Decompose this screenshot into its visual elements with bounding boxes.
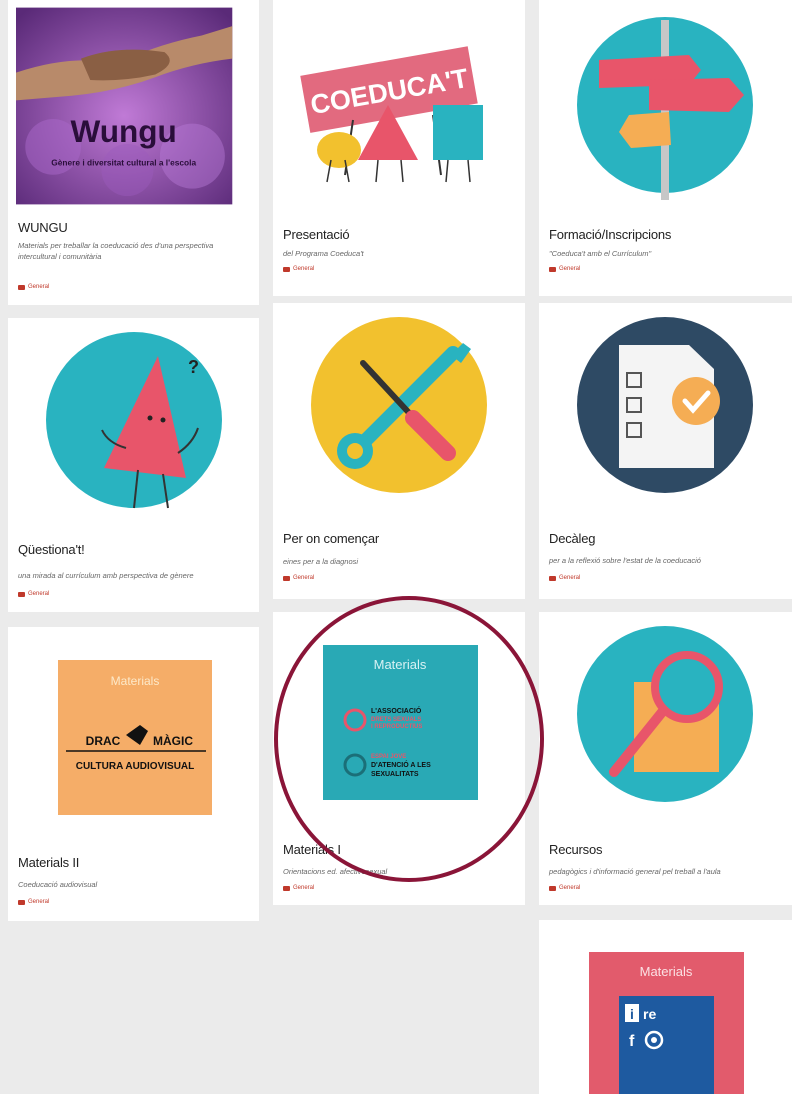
- card-title[interactable]: Materials II: [18, 855, 79, 870]
- folder-icon: [549, 266, 556, 272]
- card-description: Orientacions ed. afectivosexual: [283, 867, 388, 876]
- iref-letter-i: i: [630, 1006, 634, 1022]
- brand-sub: CULTURA AUDIOVISUAL: [76, 761, 195, 772]
- checklist-thumbnail: [577, 317, 753, 493]
- card-materials2[interactable]: Materials DRAC MÀGIC CULTURA AUDIOVISUAL…: [8, 627, 259, 921]
- brand-left: DRAC: [86, 734, 121, 748]
- folder-icon: [18, 284, 25, 290]
- card-description: "Coeduca't amb el Currículum": [549, 249, 652, 258]
- triangle-question-thumbnail: ?: [46, 332, 222, 509]
- materials-label: Materials: [374, 657, 427, 672]
- wungu-thumbnail: Wungu Gènere i diversitat cultural a l'e…: [16, 7, 233, 205]
- card-description: pedagògics i d'informació general pel tr…: [549, 867, 721, 876]
- dracmagic-thumbnail: Materials DRAC MÀGIC CULTURA AUDIOVISUAL: [58, 660, 212, 815]
- iref-letter-f: f: [629, 1033, 635, 1050]
- espai-line-1: ESPAI JOVE: [371, 754, 406, 760]
- folder-icon: [283, 266, 290, 272]
- signpost-thumbnail: [577, 17, 753, 200]
- card-title[interactable]: Recursos: [549, 842, 603, 857]
- category-link[interactable]: General: [549, 885, 580, 891]
- magnifier-thumbnail: [577, 626, 753, 802]
- materials-label: Materials: [640, 964, 693, 979]
- assoc-line-1: L'ASSOCIACIÓ: [371, 706, 422, 715]
- category-link[interactable]: General: [18, 284, 49, 290]
- card-title[interactable]: Materials I: [283, 842, 341, 857]
- category-link[interactable]: General: [18, 899, 49, 905]
- card-description: Coeducació audiovisual: [18, 880, 98, 889]
- materials-label: Materials: [111, 674, 160, 688]
- materials3-thumbnail: Materials i re f: [589, 952, 744, 1094]
- card-title[interactable]: WUNGU: [18, 220, 68, 235]
- folder-icon: [283, 885, 290, 891]
- card-description: eines per a la diagnosi: [283, 557, 359, 566]
- category-link[interactable]: General: [283, 266, 314, 272]
- card-materials1[interactable]: Materials L'ASSOCIACIÓ DRETS SEXUALS I R…: [273, 612, 525, 905]
- tools-thumbnail: [311, 317, 487, 493]
- card-decaleg[interactable]: Decàleg per a la reflexió sobre l'estat …: [539, 303, 792, 599]
- assoc-line-3: I REPRODUCTIUS: [371, 724, 422, 730]
- assoc-line-2: DRETS SEXUALS: [371, 717, 421, 723]
- espai-line-3: SEXUALITATS: [371, 771, 419, 778]
- category-link[interactable]: General: [283, 885, 314, 891]
- card-wungu[interactable]: Wungu Gènere i diversitat cultural a l'e…: [8, 0, 259, 305]
- category-link[interactable]: General: [549, 575, 580, 581]
- coeducat-thumbnail: COEDUCA'T: [300, 46, 483, 183]
- folder-icon: [549, 885, 556, 891]
- folder-icon: [283, 575, 290, 581]
- folder-icon: [549, 575, 556, 581]
- brand-right: MÀGIC: [153, 733, 193, 748]
- card-title[interactable]: Qüestiona't!: [18, 542, 85, 557]
- card-recursos[interactable]: Recursos pedagògics i d'informació gener…: [539, 612, 792, 905]
- espai-line-2: D'ATENCIÓ A LES: [371, 760, 431, 769]
- card-materials3[interactable]: Materials i re f: [539, 920, 792, 1094]
- materials1-thumbnail: Materials L'ASSOCIACIÓ DRETS SEXUALS I R…: [323, 645, 478, 800]
- card-presentacio[interactable]: COEDUCA'T Presentació del Programa Coedu…: [273, 0, 525, 296]
- card-description: per a la reflexió sobre l'estat de la co…: [549, 556, 701, 565]
- card-formacio[interactable]: Formació/Inscripcions "Coeduca't amb el …: [539, 0, 792, 296]
- category-link[interactable]: General: [283, 575, 314, 581]
- card-title[interactable]: Presentació: [283, 227, 350, 242]
- wungu-thumb-title: Wungu: [71, 113, 177, 149]
- svg-text:?: ?: [188, 357, 199, 377]
- folder-icon: [18, 899, 25, 905]
- card-description: Materials per treballar la coeducació de…: [18, 241, 214, 261]
- category-link[interactable]: General: [549, 266, 580, 272]
- card-description: una mirada al currículum amb perspectiva…: [18, 571, 194, 580]
- category-link[interactable]: General: [18, 591, 49, 597]
- card-title[interactable]: Per on començar: [283, 531, 379, 546]
- card-title[interactable]: Formació/Inscripcions: [549, 227, 671, 242]
- card-description: del Programa Coeduca't: [283, 249, 364, 258]
- card-title[interactable]: Decàleg: [549, 531, 595, 546]
- card-peron[interactable]: Per on començar eines per a la diagnosi …: [273, 303, 525, 599]
- folder-icon: [18, 591, 25, 597]
- card-questionat[interactable]: ? Qüestiona't! una mirada al currículum …: [8, 318, 259, 612]
- wungu-thumb-subtitle: Gènere i diversitat cultural a l'escola: [51, 157, 196, 167]
- iref-letters-re: re: [643, 1006, 656, 1022]
